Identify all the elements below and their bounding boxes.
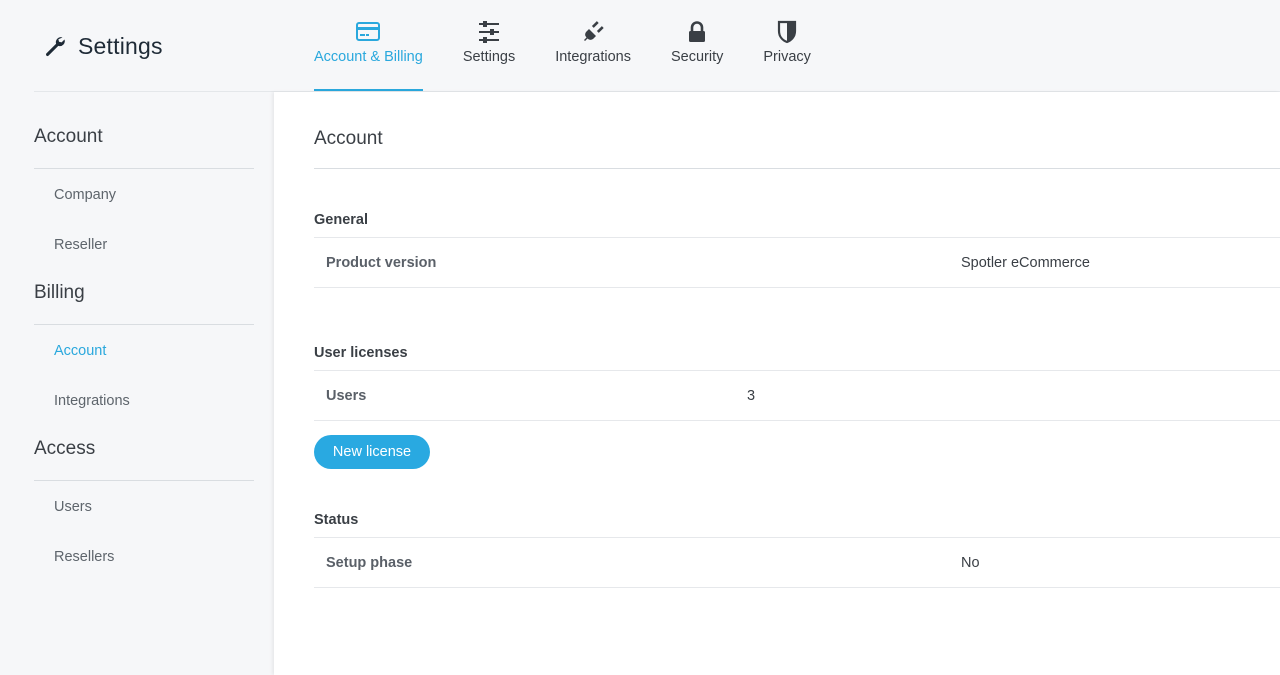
tab-label: Integrations <box>555 49 631 65</box>
sidebar-item-users[interactable]: Users <box>54 499 92 515</box>
sidebar-item-billing-account[interactable]: Account <box>54 343 106 359</box>
page-title: Account <box>314 128 383 149</box>
sidebar-item-resellers[interactable]: Resellers <box>54 549 114 565</box>
product-version-label: Product version <box>326 255 437 271</box>
tab-integrations[interactable]: Integrations <box>555 0 631 92</box>
tab-security[interactable]: Security <box>671 0 723 92</box>
row-divider <box>314 537 1280 538</box>
top-tabs: Account & Billing Settings Integrations … <box>314 0 851 92</box>
sidebar-section-account: Account <box>34 126 103 147</box>
sidebar: Account Company Reseller Billing Account… <box>0 92 272 675</box>
tab-account-billing[interactable]: Account & Billing <box>314 0 423 92</box>
tab-label: Account & Billing <box>314 49 423 65</box>
sidebar-divider <box>34 324 254 325</box>
tab-privacy[interactable]: Privacy <box>763 0 811 92</box>
group-title-user-licenses: User licenses <box>314 345 408 361</box>
users-count: 3 <box>747 388 756 404</box>
group-title-status: Status <box>314 512 359 528</box>
app-title: Settings <box>42 30 163 62</box>
shield-icon <box>778 20 797 44</box>
tab-label: Settings <box>462 49 516 65</box>
sliders-icon <box>479 21 500 43</box>
row-divider <box>314 287 1280 288</box>
sidebar-item-company[interactable]: Company <box>54 187 116 203</box>
main-panel: Account General Product version Spotler … <box>274 92 1280 675</box>
row-divider <box>314 237 1280 238</box>
tab-label: Privacy <box>763 49 811 65</box>
wrench-icon <box>45 37 65 57</box>
row-divider <box>314 420 1280 421</box>
setup-phase-label: Setup phase <box>326 555 413 571</box>
tab-label: Security <box>671 49 724 65</box>
row-divider <box>314 587 1280 588</box>
credit-card-icon <box>356 22 381 41</box>
plug-icon <box>584 21 604 41</box>
row-divider <box>314 370 1280 371</box>
title-divider <box>314 168 1280 169</box>
tab-settings[interactable]: Settings <box>463 0 515 92</box>
top-bar: Settings Account & Billing Settings Inte… <box>0 0 1280 92</box>
lock-icon <box>689 21 706 42</box>
sidebar-item-integrations[interactable]: Integrations <box>54 393 130 409</box>
sidebar-divider <box>34 480 254 481</box>
sidebar-item-reseller[interactable]: Reseller <box>54 237 107 253</box>
sidebar-divider <box>34 168 254 169</box>
group-title-general: General <box>314 212 368 228</box>
users-label: Users <box>326 388 367 404</box>
setup-phase-value: No <box>961 555 980 571</box>
new-license-button[interactable]: New license <box>314 435 430 469</box>
sidebar-section-billing: Billing <box>34 282 85 303</box>
page-heading: Settings <box>78 32 163 59</box>
sidebar-section-access: Access <box>34 438 96 459</box>
product-version-value: Spotler eCommerce <box>961 255 1090 271</box>
